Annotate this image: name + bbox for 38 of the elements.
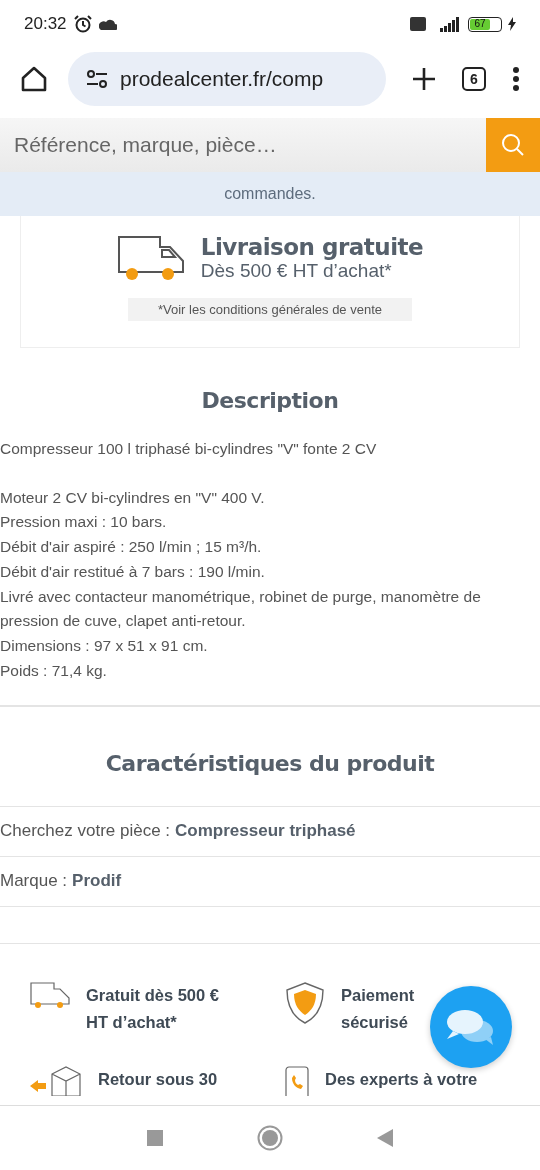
- address-bar[interactable]: prodealcenter.fr/comp: [68, 52, 386, 106]
- search-field[interactable]: Référence, marque, pièce…: [0, 118, 486, 172]
- section-heading: Description: [200, 388, 340, 413]
- status-time: 20:32: [24, 14, 67, 34]
- shield-icon: [285, 982, 325, 1025]
- delivery-subtitle: Dès 500 € HT d’achat*: [200, 260, 393, 282]
- tab-count-button[interactable]: 6: [462, 67, 486, 91]
- section-heading: Caractéristiques du produit: [104, 751, 436, 777]
- menu-icon[interactable]: [512, 67, 520, 91]
- new-tab-icon[interactable]: [412, 67, 436, 91]
- search-icon: [501, 133, 525, 157]
- alarm-icon: [72, 15, 93, 33]
- home-icon[interactable]: [20, 66, 48, 92]
- description-paragraph: Moteur 2 CV bi-cylindres en "V" 400 V. Pression maxi : 10 bars. Débit d'air aspiré : 250 l/min ; 15 m³/h. Débit d'air restitué à 7 bars : 190 l/min. Livré avec contacteur manométrique, robinet de purge, manomètre de pression de cuve, clapet anti-retour. Dimensions : 97 x 51 x 91 cm. Poids : 71,4 kg.: [0, 487, 482, 681]
- return-box-icon: [30, 1066, 82, 1097]
- feature-text: Paiement sécurisé: [341, 985, 416, 1034]
- feature-text: Retour sous 30: [98, 1069, 218, 1091]
- characteristic-value: Compresseur triphasé: [175, 821, 356, 842]
- terms-note: *Voir les conditions générales de vente: [127, 298, 412, 321]
- feature-text: Des experts à votre: [325, 1069, 478, 1091]
- characteristic-value: Prodif: [72, 871, 122, 892]
- notice-text: commandes.: [224, 185, 316, 203]
- home-button-icon[interactable]: [257, 1125, 283, 1151]
- characteristic-label: Cherchez votre pièce :: [0, 821, 171, 842]
- phone-icon: [285, 1066, 309, 1097]
- description-paragraph: Compresseur 100 l triphasé bi-cylindres "V" fonte 2 CV: [0, 439, 378, 459]
- delivery-title: Livraison gratuite: [200, 234, 424, 260]
- site-settings-icon[interactable]: [86, 70, 108, 88]
- battery-icon: 67: [468, 16, 502, 32]
- truck-icon: [30, 982, 70, 1009]
- truck-icon: [116, 235, 187, 281]
- charging-icon: [508, 17, 516, 31]
- search-button[interactable]: [486, 118, 540, 172]
- feature-text: Gratuit dès 500 € HT d’achat*: [86, 985, 220, 1034]
- characteristic-label: Marque :: [0, 871, 68, 892]
- chat-button[interactable]: [430, 986, 512, 1068]
- cloud-icon: [98, 18, 117, 30]
- back-icon[interactable]: [377, 1129, 393, 1147]
